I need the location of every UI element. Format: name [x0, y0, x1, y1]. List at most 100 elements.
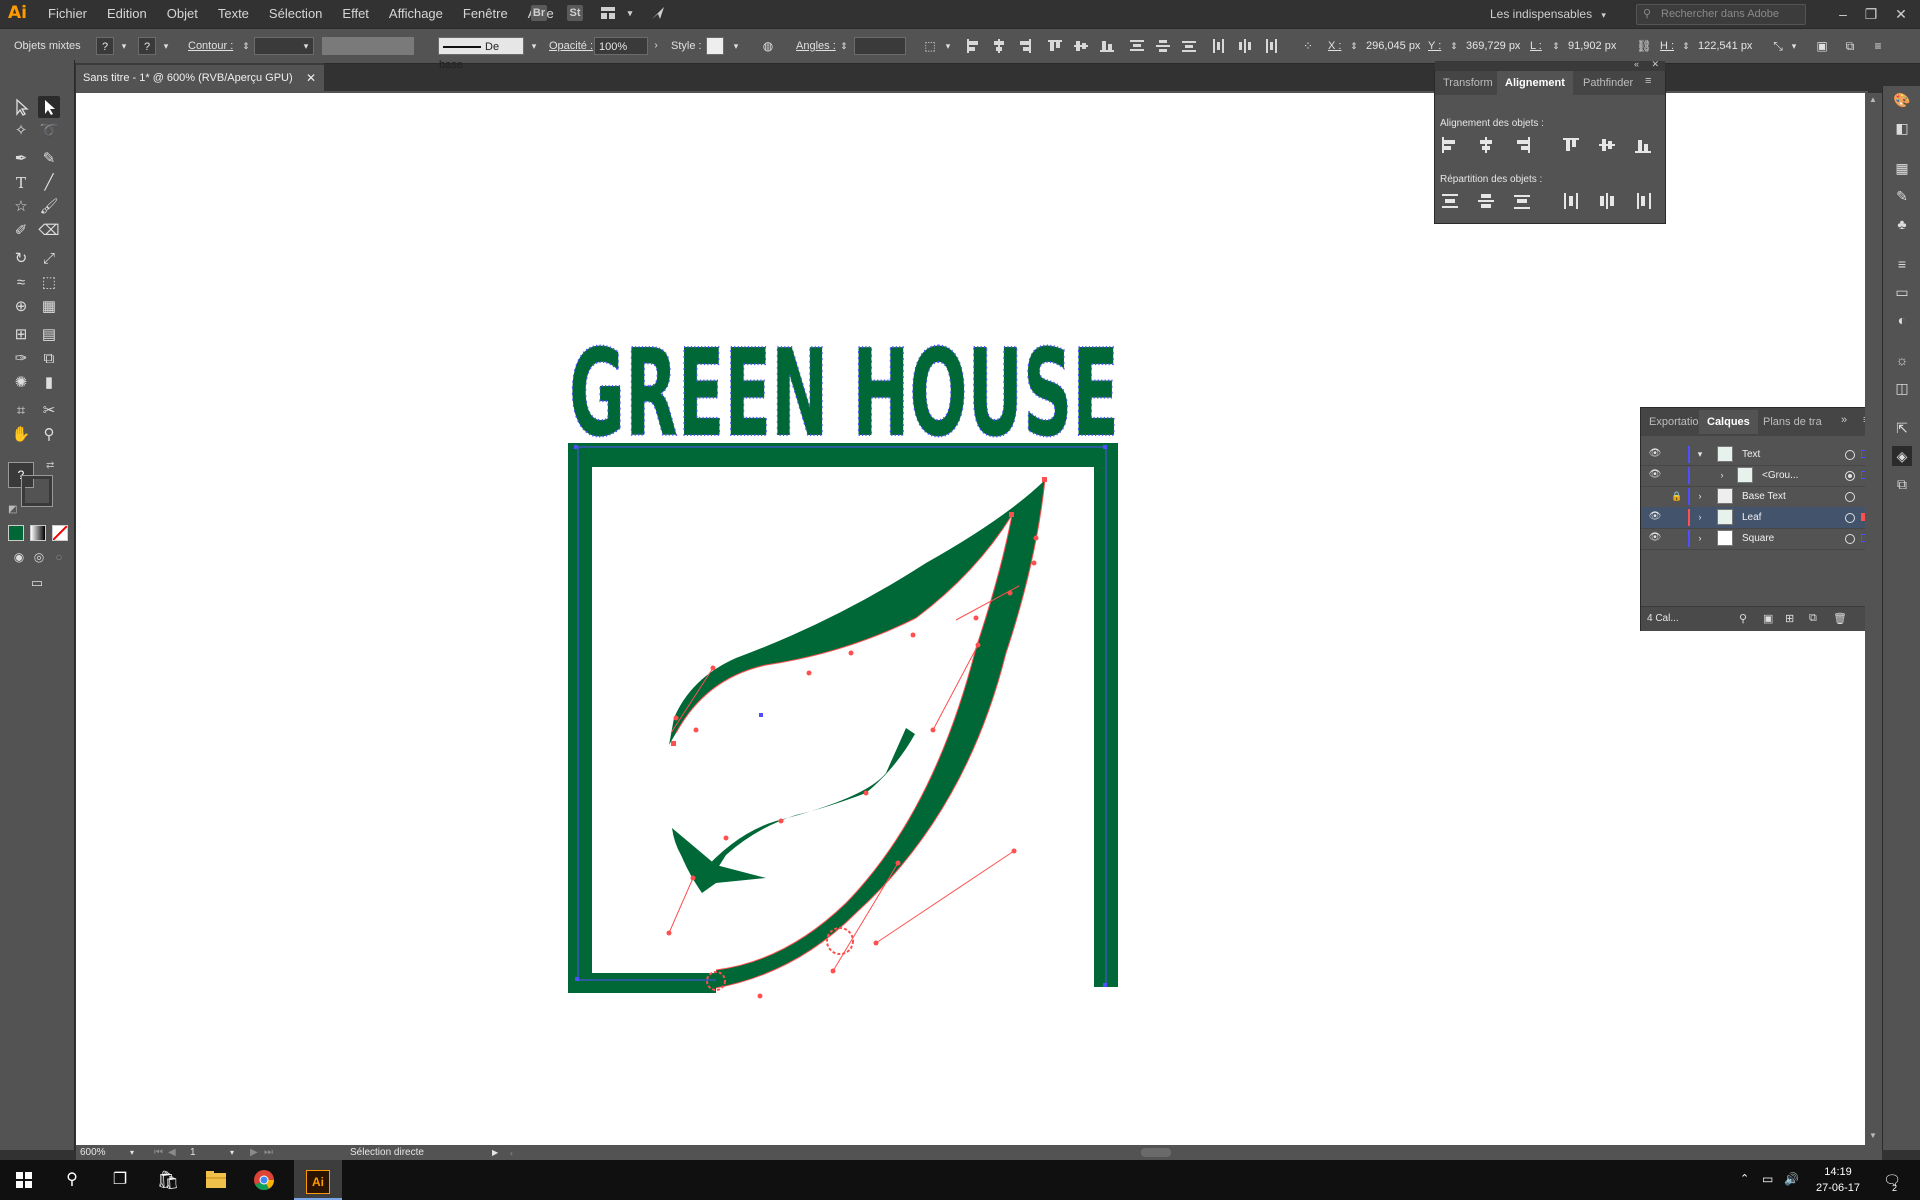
layer-row-text[interactable]: 👁 ▾ Text [1641, 444, 1879, 466]
recolor-artwork-icon[interactable]: ◍ [760, 38, 776, 54]
align-bottom-icon[interactable] [1100, 39, 1114, 53]
blend-tool-icon[interactable]: ⧉ [38, 348, 60, 370]
brushes-icon[interactable]: ✎ [1892, 186, 1912, 206]
scroll-up-icon[interactable]: ▲ [1869, 95, 1877, 104]
type-tool-icon[interactable]: T [10, 172, 32, 194]
scroll-thumb[interactable] [1141, 1148, 1171, 1157]
hand-tool-icon[interactable]: ✋ [10, 424, 32, 446]
new-layer-icon[interactable]: ⧉ [1809, 612, 1817, 625]
swap-fill-stroke-icon[interactable]: ⇄ [46, 460, 54, 471]
distribute-left-icon[interactable] [1212, 39, 1226, 53]
chevron-right-icon[interactable]: › [1693, 488, 1707, 504]
target-icon[interactable] [1845, 471, 1855, 481]
x-label[interactable]: X : [1328, 29, 1341, 63]
paintbrush-icon[interactable]: 🖌 [38, 196, 60, 218]
chevron-down-icon[interactable]: ▾ [230, 1145, 234, 1161]
distribute-top-icon[interactable] [1440, 191, 1460, 211]
contour-label[interactable]: Contour : [188, 29, 233, 63]
layer-row-base-text[interactable]: 🔒 › Base Text [1641, 486, 1879, 508]
previous-artboard-icon[interactable]: ◀ [168, 1145, 176, 1161]
x-field[interactable]: 296,045 px [1362, 37, 1424, 55]
stroke-panel-icon[interactable]: ≡ [1892, 254, 1912, 274]
distribute-bottom-icon[interactable] [1512, 191, 1532, 211]
none-mode-icon[interactable] [52, 525, 68, 541]
width-label[interactable]: L : [1530, 29, 1542, 63]
align-left-icon[interactable] [1440, 135, 1460, 155]
system-clock[interactable]: 14:19 27-06-17 [1806, 1164, 1870, 1196]
minimize-icon[interactable]: – [1833, 4, 1853, 24]
tab-calques[interactable]: Calques [1699, 410, 1758, 434]
menu-effet[interactable]: Effet [332, 0, 379, 28]
perspective-grid-icon[interactable]: ▦ [38, 296, 60, 318]
transform-icon[interactable]: ⤡ [1770, 38, 1786, 54]
scroll-left-icon[interactable]: ‹ [510, 1145, 513, 1161]
windows-start-icon[interactable] [0, 1160, 48, 1200]
stroke-swatch[interactable]: ? [138, 37, 156, 55]
brush-definition[interactable]: De base [438, 37, 524, 71]
star-tool-icon[interactable]: ☆ [10, 196, 32, 218]
distribute-right-icon[interactable] [1264, 39, 1278, 53]
appearance-icon[interactable]: ☼ [1892, 350, 1912, 370]
text-layer[interactable]: GREEN HOUSE [568, 324, 1120, 465]
chevron-down-icon[interactable]: ▾ [728, 38, 744, 54]
illustrator-taskbar-icon[interactable]: Ai [294, 1160, 342, 1200]
color-mode-icon[interactable] [8, 525, 24, 541]
select-similar-icon[interactable]: ⧉ [1842, 38, 1858, 54]
first-artboard-icon[interactable]: ⏮ [154, 1145, 163, 1161]
rotate-tool-icon[interactable]: ↻ [10, 248, 32, 270]
color-panel-icon[interactable]: 🎨 [1892, 90, 1912, 110]
symbol-sprayer-icon[interactable]: ✺ [10, 372, 32, 394]
visibility-eye-icon[interactable]: 👁 [1647, 509, 1663, 525]
visibility-eye-icon[interactable]: 👁 [1647, 530, 1663, 546]
layer-row-group[interactable]: 👁 › <Grou... [1641, 465, 1879, 487]
clipping-mask-icon[interactable]: ▣ [1763, 612, 1773, 625]
color-guide-icon[interactable]: ◧ [1892, 118, 1912, 138]
artboard-number[interactable]: 1 [190, 1145, 196, 1161]
target-icon[interactable] [1845, 450, 1855, 460]
warp-tool-icon[interactable]: ≈ [10, 272, 32, 294]
stepper-icon[interactable]: ⇕ [1446, 38, 1462, 54]
last-artboard-icon[interactable]: ⏭ [264, 1145, 273, 1161]
chevron-down-icon[interactable]: ▾ [940, 38, 956, 54]
scroll-down-icon[interactable]: ▼ [1869, 1131, 1877, 1140]
volume-icon[interactable]: 🔊 [1784, 1172, 1799, 1186]
pen-tool-icon[interactable]: ✒ [10, 148, 32, 170]
distribute-hcenter-icon[interactable] [1597, 191, 1617, 211]
workspace-switcher[interactable]: Les indispensables ▾ [1490, 0, 1606, 28]
greenhouse-title[interactable]: GREEN HOUSE [568, 324, 1120, 465]
align-hcenter-icon[interactable] [992, 39, 1006, 53]
document-tab[interactable]: Sans titre - 1* @ 600% (RVB/Aperçu GPU) … [76, 63, 324, 93]
stroke-indicator[interactable] [21, 475, 53, 507]
transparency-icon[interactable]: ◐ [1892, 310, 1912, 330]
send-rocket-icon[interactable] [650, 5, 666, 21]
lock-icon[interactable]: 🔒 [1669, 488, 1685, 504]
chevron-down-icon[interactable]: ▾ [1786, 38, 1802, 54]
chrome-icon[interactable] [240, 1160, 288, 1200]
stepper-icon[interactable]: ⇕ [1346, 38, 1362, 54]
chevron-down-icon[interactable]: ▾ [158, 38, 174, 54]
target-icon[interactable] [1845, 513, 1855, 523]
angles-label[interactable]: Angles : [796, 29, 836, 63]
corner-radius-field[interactable] [854, 37, 906, 55]
swatches-icon[interactable]: ▦ [1892, 158, 1912, 178]
curvature-tool-icon[interactable]: ✎ [38, 148, 60, 170]
line-tool-icon[interactable]: ╱ [38, 172, 60, 194]
artboard-canvas[interactable]: GREEN HOUSE [76, 93, 1865, 1145]
eyedropper-icon[interactable]: ✑ [10, 348, 32, 370]
align-top-icon[interactable] [1048, 39, 1062, 53]
chevron-down-icon[interactable]: ▾ [298, 38, 314, 54]
align-vcenter-icon[interactable] [1597, 135, 1617, 155]
layer-name[interactable]: Square [1742, 528, 1774, 549]
align-hcenter-icon[interactable] [1476, 135, 1496, 155]
layer-name[interactable]: Text [1742, 444, 1760, 465]
restore-icon[interactable]: ❐ [1861, 4, 1881, 24]
target-icon[interactable] [1845, 492, 1855, 502]
fill-swatch[interactable]: ? [96, 37, 114, 55]
next-artboard-icon[interactable]: ▶ [250, 1145, 258, 1161]
symbols-icon[interactable]: ♣ [1892, 214, 1912, 234]
notifications-icon[interactable]: 🗨 2 [1880, 1168, 1904, 1193]
chevron-down-icon[interactable]: ▾ [622, 5, 638, 21]
chevron-up-icon[interactable]: ⌃ [1740, 1172, 1749, 1185]
chevron-down-icon[interactable]: ▾ [116, 38, 132, 54]
network-icon[interactable]: ▭ [1762, 1172, 1773, 1186]
